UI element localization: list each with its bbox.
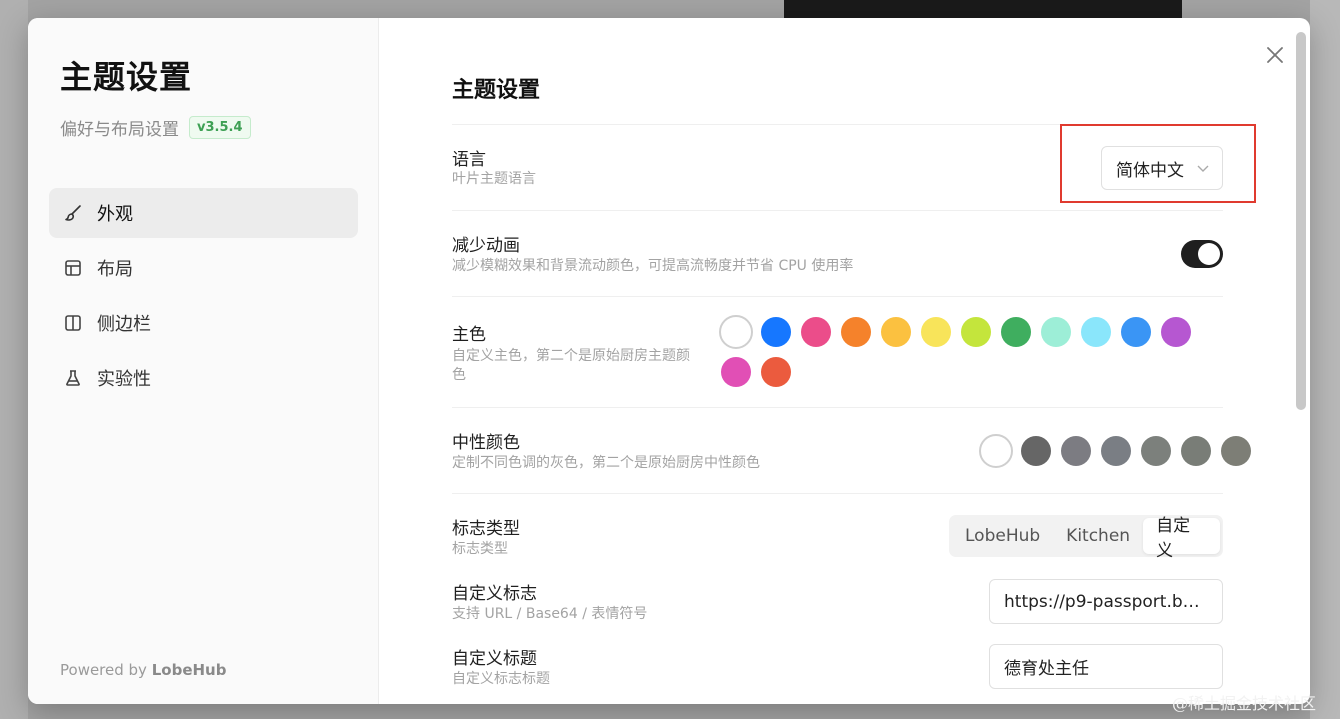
brush-icon bbox=[63, 203, 83, 223]
neutral-color-swatch[interactable] bbox=[1141, 436, 1171, 466]
primary-color-desc: 自定义主色，第二个是原始厨房主题颜色 bbox=[452, 348, 690, 383]
sidebar-icon bbox=[63, 313, 83, 333]
language-label: 语言 bbox=[452, 150, 486, 170]
logo-type-desc: 标志类型 bbox=[452, 541, 508, 557]
logo-type-option-custom[interactable]: 自定义 bbox=[1143, 516, 1220, 561]
logo-type-option-lobehub[interactable]: LobeHub bbox=[952, 518, 1053, 554]
reduce-motion-row: 减少动画 减少模糊效果和背景流动颜色，可提高流畅度并节省 CPU 使用率 bbox=[452, 210, 1223, 296]
powered-prefix: Powered by bbox=[60, 661, 147, 679]
custom-title-desc: 自定义标志标题 bbox=[452, 671, 550, 687]
backdrop-dark-panel bbox=[784, 0, 1182, 18]
logo-type-label: 标志类型 bbox=[452, 519, 520, 539]
backdrop-left-strip bbox=[0, 0, 28, 719]
settings-content: 主题设置 语言 叶片主题语言 简体中文 减少动画 减少模糊效果和背景流动颜色，可… bbox=[452, 18, 1256, 704]
primary-color-swatch[interactable] bbox=[761, 317, 791, 347]
primary-color-swatch[interactable] bbox=[921, 317, 951, 347]
sidebar-item-sidebar[interactable]: 侧边栏 bbox=[49, 298, 358, 348]
primary-color-swatch[interactable] bbox=[961, 317, 991, 347]
custom-logo-label: 自定义标志 bbox=[452, 584, 537, 604]
settings-sidebar: 主题设置 偏好与布局设置 v3.5.4 外观 布局 侧边栏 实验性 Powere… bbox=[28, 18, 379, 704]
primary-color-swatch[interactable] bbox=[1001, 317, 1031, 347]
primary-color-swatch[interactable] bbox=[1041, 317, 1071, 347]
scrollbar-thumb[interactable] bbox=[1296, 32, 1306, 410]
watermark: @稀土掘金技术社区 bbox=[1172, 694, 1317, 713]
layout-icon bbox=[63, 258, 83, 278]
primary-color-swatch[interactable] bbox=[721, 357, 751, 387]
sidebar-subtitle-row: 偏好与布局设置 v3.5.4 bbox=[60, 115, 251, 140]
close-icon bbox=[1267, 47, 1283, 63]
flask-icon bbox=[63, 368, 83, 388]
highlight-box bbox=[1060, 124, 1256, 203]
powered-by: Powered by LobeHub bbox=[60, 661, 226, 679]
sidebar-subtitle: 偏好与布局设置 bbox=[60, 120, 179, 140]
custom-title-value: 德育处主任 bbox=[1004, 659, 1089, 679]
neutral-color-swatch[interactable] bbox=[1061, 436, 1091, 466]
sidebar-item-label: 侧边栏 bbox=[97, 314, 151, 335]
powered-brand: LobeHub bbox=[151, 661, 227, 679]
neutral-color-swatch[interactable] bbox=[1181, 436, 1211, 466]
version-badge: v3.5.4 bbox=[189, 116, 251, 139]
primary-color-swatch[interactable] bbox=[1121, 317, 1151, 347]
close-button[interactable] bbox=[1264, 44, 1286, 66]
neutral-color-swatch[interactable] bbox=[1021, 436, 1051, 466]
logo-type-segmented: LobeHub Kitchen 自定义 bbox=[949, 515, 1223, 561]
toggle-knob bbox=[1198, 243, 1220, 265]
backdrop-right-strip bbox=[1310, 0, 1340, 719]
primary-color-swatch[interactable] bbox=[719, 315, 753, 349]
sidebar-item-layout[interactable]: 布局 bbox=[49, 243, 358, 293]
neutral-color-swatch[interactable] bbox=[1221, 436, 1251, 466]
reduce-motion-label: 减少动画 bbox=[452, 236, 520, 256]
primary-color-swatch[interactable] bbox=[1081, 317, 1111, 347]
sidebar-title: 主题设置 bbox=[60, 58, 193, 96]
primary-color-swatch[interactable] bbox=[761, 357, 791, 387]
primary-color-swatch[interactable] bbox=[841, 317, 871, 347]
neutral-color-desc: 定制不同色调的灰色，第二个是原始厨房中性颜色 bbox=[452, 455, 760, 471]
custom-title-input[interactable]: 德育处主任 bbox=[989, 644, 1223, 689]
reduce-motion-toggle[interactable] bbox=[1181, 240, 1223, 268]
primary-color-swatch[interactable] bbox=[1161, 317, 1191, 347]
theme-settings-modal: 主题设置 偏好与布局设置 v3.5.4 外观 布局 侧边栏 实验性 Powere… bbox=[28, 18, 1310, 704]
neutral-color-swatch[interactable] bbox=[979, 434, 1013, 468]
logo-type-option-kitchen[interactable]: Kitchen bbox=[1053, 518, 1143, 554]
custom-logo-desc: 支持 URL / Base64 / 表情符号 bbox=[452, 606, 648, 622]
primary-color-swatch[interactable] bbox=[801, 317, 831, 347]
primary-color-swatch[interactable] bbox=[881, 317, 911, 347]
reduce-motion-desc: 减少模糊效果和背景流动颜色，可提高流畅度并节省 CPU 使用率 bbox=[452, 258, 854, 274]
primary-color-label: 主色 bbox=[452, 325, 486, 345]
sidebar-item-appearance[interactable]: 外观 bbox=[49, 188, 358, 238]
sidebar-nav: 外观 布局 侧边栏 实验性 bbox=[49, 188, 358, 408]
neutral-color-swatch[interactable] bbox=[1101, 436, 1131, 466]
sidebar-item-label: 实验性 bbox=[97, 369, 151, 390]
primary-color-row: 主色 自定义主色，第二个是原始厨房主题颜色 bbox=[452, 296, 1223, 407]
content-title: 主题设置 bbox=[452, 78, 541, 103]
neutral-color-label: 中性颜色 bbox=[452, 433, 520, 453]
sidebar-item-experimental[interactable]: 实验性 bbox=[49, 353, 358, 403]
sidebar-item-label: 外观 bbox=[97, 204, 133, 225]
language-desc: 叶片主题语言 bbox=[452, 171, 536, 187]
custom-logo-input[interactable]: https://p9-passport.byteacctimg.com bbox=[989, 579, 1223, 624]
custom-title-label: 自定义标题 bbox=[452, 649, 537, 669]
custom-logo-value: https://p9-passport.byteacctimg.com bbox=[1004, 591, 1208, 612]
sidebar-item-label: 布局 bbox=[97, 259, 133, 280]
